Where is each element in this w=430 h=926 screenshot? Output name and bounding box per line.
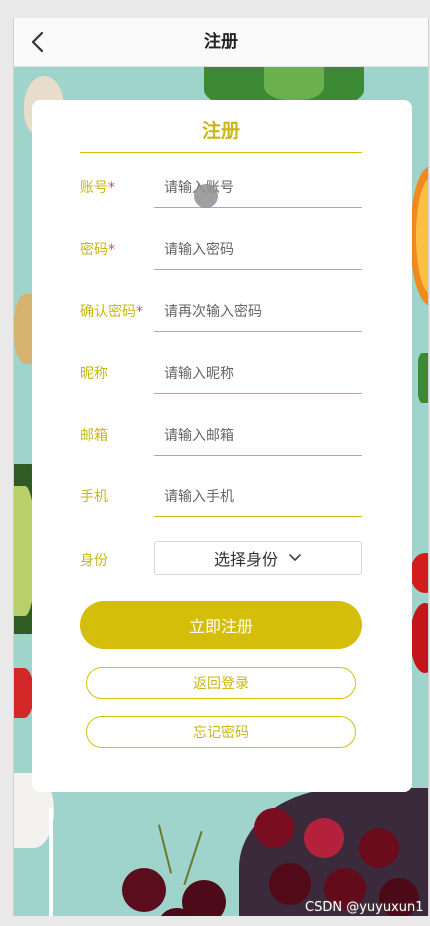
email-input[interactable]	[154, 416, 362, 456]
tomato-decoration	[410, 553, 428, 593]
nickname-row: 昵称	[80, 354, 362, 396]
nickname-label: 昵称	[80, 366, 108, 382]
leaf-decoration	[264, 66, 324, 100]
form-title: 注册	[201, 120, 240, 142]
cherry-stem-decoration	[157, 824, 173, 874]
phone-row: 手机	[80, 477, 362, 519]
role-row: 身份 选择身份	[80, 541, 362, 583]
role-select[interactable]: 选择身份	[154, 541, 362, 575]
email-row: 邮箱	[80, 416, 362, 458]
forgot-password-button[interactable]: 忘记密码	[86, 716, 356, 748]
strawberry-decoration	[14, 668, 34, 718]
leaf-decoration	[418, 353, 428, 403]
phone-input[interactable]	[154, 477, 362, 517]
cherry-stem-decoration	[183, 831, 203, 885]
chevron-down-icon	[289, 554, 301, 561]
password-row: 密码*	[80, 230, 362, 272]
watermark-text: CSDN @yuyuxun1	[305, 900, 424, 915]
nav-bar: 注册	[14, 18, 428, 67]
confirm-password-input[interactable]	[154, 292, 362, 332]
back-to-login-button[interactable]: 返回登录	[86, 667, 356, 699]
page-title: 注册	[204, 32, 238, 52]
phone-label: 手机	[80, 489, 108, 505]
cherry-decoration	[359, 828, 399, 868]
account-input[interactable]	[154, 168, 362, 208]
cherry-decoration	[122, 868, 166, 912]
account-label: 账号*	[80, 180, 115, 196]
password-input[interactable]	[154, 230, 362, 270]
email-label: 邮箱	[80, 428, 108, 444]
register-form-card: 注册 账号* 密码* 确认密码* 昵称 邮箱 手机 身份	[32, 100, 412, 792]
nickname-input[interactable]	[154, 354, 362, 394]
confirm-password-row: 确认密码*	[80, 292, 362, 334]
confirm-password-label: 确认密码*	[80, 304, 143, 320]
password-label: 密码*	[80, 242, 115, 258]
register-button[interactable]: 立即注册	[80, 601, 362, 649]
account-row: 账号*	[80, 168, 362, 210]
role-select-value: 选择身份	[213, 550, 278, 569]
tomato-decoration	[410, 603, 428, 673]
app-frame: 注册 注册 账号* 密码* 确认密码* 昵称 邮箱 手机	[13, 18, 429, 916]
touch-indicator	[194, 184, 218, 208]
cherry-decoration	[304, 818, 344, 858]
title-divider	[80, 152, 362, 153]
plate-decoration	[49, 808, 53, 916]
role-label: 身份	[80, 553, 108, 569]
cherry-decoration	[254, 808, 294, 848]
cherry-decoration	[269, 863, 311, 905]
